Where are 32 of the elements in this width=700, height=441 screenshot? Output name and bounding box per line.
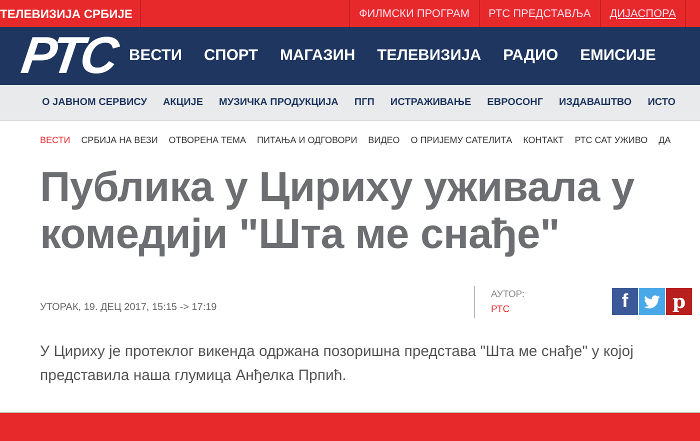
section-link[interactable]: РТС САТ УЖИВО — [574, 135, 648, 145]
nav-link[interactable]: МАГАЗИН — [280, 47, 356, 65]
bird-icon[interactable] — [639, 288, 665, 315]
section-link[interactable]: О ПРИЈЕМУ САТЕЛИТА — [410, 135, 512, 145]
section-link[interactable]: ВИДЕО — [368, 135, 400, 145]
facebook-icon[interactable]: f — [612, 288, 638, 315]
article-date: УТОРАК, 19. ДЕЦ 2017, 15:15 -> 17:19 — [40, 301, 218, 313]
menu-link[interactable]: О ЈАВНОМ СЕРВИСУ — [42, 97, 147, 108]
section-link[interactable]: ОТВОРЕНА ТЕМА — [168, 135, 246, 145]
section-link[interactable]: ДА — [658, 135, 671, 145]
article-title: Публика у Цириху уживала у комедији "Шта ме снађе" — [40, 163, 636, 257]
nav-link[interactable]: РАДИО — [503, 47, 558, 65]
author-label: АУТОР: — [491, 288, 526, 300]
menu-link[interactable]: АКЦИЈЕ — [162, 97, 204, 108]
logo[interactable]: РТС — [18, 30, 119, 82]
menu-link[interactable]: ЕВРОСОНГ — [487, 97, 544, 108]
menu-link[interactable]: ИЗДАВАШТВО — [559, 97, 632, 108]
menu-link[interactable]: МУЗИЧКА ПРОДУКЦИЈА — [219, 97, 338, 108]
section-link[interactable]: ПИТАЊА И ОДГОВОРИ — [257, 135, 358, 145]
nav-link[interactable]: ВЕСТИ — [129, 47, 182, 65]
menu-link[interactable]: ИСТО — [648, 97, 676, 108]
section-link[interactable]: КОНТАКТ — [523, 135, 564, 145]
article-lead: У Цириху је протеклог викенда одржана позоришна представа "Шта ме снађе" у којој представила наша глумица Анђелка Прпић. — [40, 342, 634, 386]
section-link[interactable]: ВЕСТИ — [40, 135, 70, 145]
section-link[interactable]: СРБИЈА НА ВЕЗИ — [81, 135, 158, 145]
nav-link[interactable]: ЕМИСИЈЕ — [580, 47, 656, 65]
author-name[interactable]: РТС — [491, 304, 612, 314]
pinterest-icon[interactable]: p — [666, 288, 692, 315]
menu-link[interactable]: ИСТРАЖИВАЊЕ — [390, 97, 472, 108]
nav-link[interactable]: СПОРТ — [204, 47, 258, 65]
nav-link[interactable]: ТЕЛЕВИЗИЈА — [377, 47, 482, 65]
menu-link[interactable]: ПГП — [354, 97, 374, 108]
